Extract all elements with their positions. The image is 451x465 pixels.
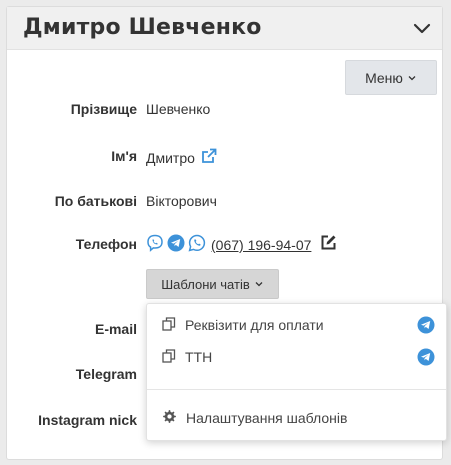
gear-icon (162, 409, 177, 427)
chevron-down-icon[interactable] (412, 19, 432, 39)
patronymic-label: По батькові (54, 193, 137, 209)
phone-number-link[interactable]: (067) 196-94-07 (211, 237, 311, 253)
email-label: E-mail (94, 321, 137, 337)
template-item-label: Реквізити для оплати (185, 317, 324, 333)
telegram-icon (417, 316, 435, 337)
template-item[interactable]: ТТН (147, 342, 446, 372)
surname-value: Шевченко (146, 101, 211, 117)
menu-button[interactable]: Меню (345, 60, 437, 95)
copy-icon (162, 348, 176, 366)
dropdown-divider (147, 389, 446, 390)
telegram-label: Telegram (75, 366, 137, 382)
viber-icon[interactable] (146, 234, 164, 257)
contact-panel: Дмитро Шевченко Меню Прізвище Шевченко І… (6, 6, 447, 460)
copy-icon (162, 316, 176, 334)
template-item[interactable]: Реквізити для оплати (147, 310, 446, 340)
telegram-icon[interactable] (167, 234, 185, 257)
chat-templates-label: Шаблони чатів (161, 276, 250, 292)
first-name-label: Ім'я (111, 148, 137, 164)
first-name-field: Дмитро (146, 148, 217, 167)
phone-label: Телефон (75, 236, 137, 252)
patronymic-value: Вікторович (146, 193, 217, 209)
panel-header: Дмитро Шевченко (7, 7, 442, 50)
whatsapp-icon[interactable] (188, 234, 206, 257)
external-link-icon[interactable] (201, 148, 217, 167)
template-item-label: ТТН (185, 349, 213, 365)
template-settings-item[interactable]: Налаштування шаблонів (147, 403, 446, 433)
chevron-down-icon (408, 75, 416, 80)
first-name-value: Дмитро (146, 149, 195, 166)
chat-templates-button[interactable]: Шаблони чатів (146, 269, 279, 299)
telegram-icon (417, 348, 435, 369)
chevron-down-icon (255, 282, 263, 287)
instagram-label: Instagram nick (38, 412, 137, 428)
page-title: Дмитро Шевченко (23, 15, 262, 40)
edit-icon[interactable] (320, 234, 337, 256)
chat-templates-dropdown: Реквізити для оплати ТТН Налаштування ша… (146, 303, 447, 441)
phone-field: (067) 196-94-07 (146, 234, 337, 257)
template-settings-label: Налаштування шаблонів (186, 410, 348, 426)
menu-button-label: Меню (365, 69, 403, 86)
surname-label: Прізвище (70, 101, 137, 117)
